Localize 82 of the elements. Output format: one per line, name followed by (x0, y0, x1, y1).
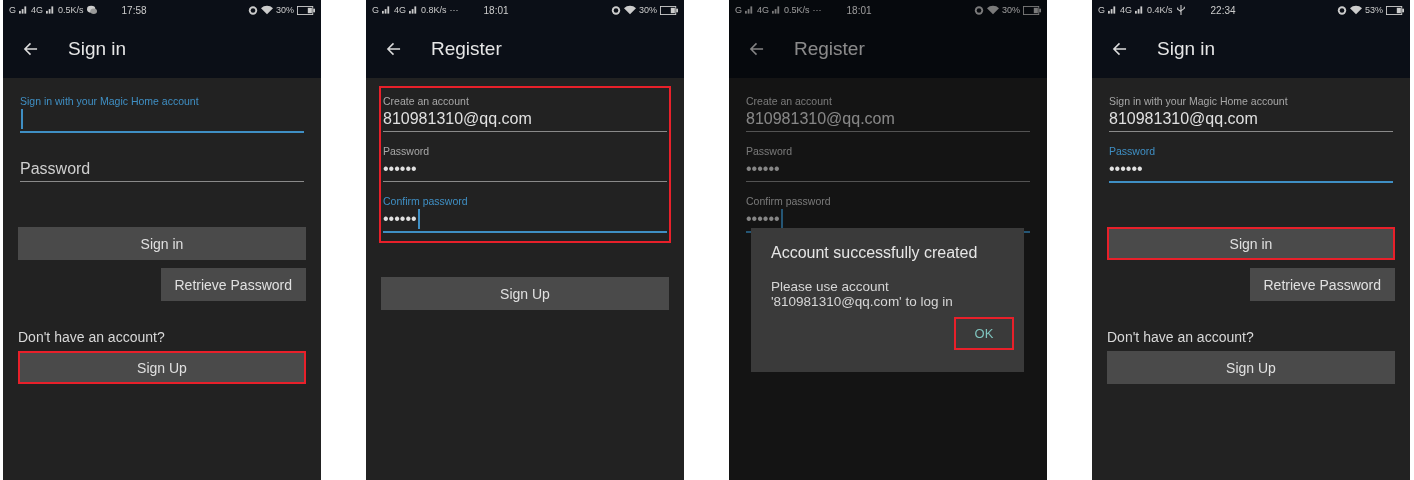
battery-percent: 30% (276, 5, 294, 15)
input-field[interactable]: 810981310@qq.com (383, 107, 667, 132)
retrieve-password-button[interactable]: Retrieve Password (1249, 268, 1395, 301)
notification-more: ··· (812, 5, 822, 15)
notification-more: ··· (449, 5, 459, 15)
screen-title: Register (794, 38, 865, 60)
signal-label: G (372, 5, 379, 15)
field-label: Sign in with your Magic Home account (20, 95, 200, 107)
field-label: Sign in with your Magic Home account (1109, 95, 1289, 107)
retrieve-password-button[interactable]: Retrieve Password (160, 268, 306, 301)
back-arrow-icon[interactable] (23, 42, 38, 56)
network-speed: 0.5K/s (58, 5, 84, 15)
battery-icon (660, 5, 678, 15)
usb-icon (1175, 5, 1186, 15)
signal-label: G (735, 5, 742, 15)
signal-icon (1135, 6, 1145, 14)
action-button[interactable]: Sign Up (1107, 351, 1395, 384)
screen-title: Sign in (68, 38, 127, 60)
wifi-icon (987, 5, 999, 15)
input-field[interactable] (20, 107, 304, 133)
screen-title: Sign in (1157, 38, 1216, 60)
battery-icon (297, 5, 315, 15)
status-time: 18:01 (483, 4, 509, 16)
field-label: Password (746, 145, 794, 157)
signal-icon (1108, 6, 1117, 14)
action-button[interactable]: Sign in (18, 227, 306, 260)
prompt-text: Don't have an account? (18, 329, 166, 345)
signal-icon (745, 6, 754, 14)
wifi-icon (261, 5, 273, 15)
alarm-icon (1337, 5, 1347, 15)
field-label: Password (383, 145, 431, 157)
signal-icon (409, 6, 419, 14)
status-time: 17:58 (121, 4, 147, 16)
dialog-message: Please use account (771, 279, 890, 294)
network-speed: 0.4K/s (1147, 5, 1173, 15)
network-speed: 0.8K/s (421, 5, 447, 15)
signal-label: G (9, 5, 16, 15)
battery-percent: 30% (639, 5, 657, 15)
alarm-icon (974, 5, 984, 15)
action-button[interactable]: Sign in (1107, 227, 1395, 260)
back-arrow-icon[interactable] (386, 42, 401, 56)
status-time: 22:34 (1210, 4, 1236, 16)
signal-icon (19, 6, 28, 14)
input-field[interactable]: •••••• (383, 157, 667, 182)
screen-title: Register (431, 38, 502, 60)
signal-icon (382, 6, 391, 14)
action-button[interactable]: Sign Up (18, 351, 306, 384)
input-field[interactable]: •••••• (383, 207, 667, 233)
input-field[interactable]: •••••• (1109, 157, 1393, 183)
signal-icon (772, 6, 782, 14)
status-time: 18:01 (846, 4, 872, 16)
input-field[interactable]: Password (20, 157, 304, 182)
wifi-icon (624, 5, 636, 15)
field-label: Confirm password (746, 195, 832, 207)
input-field[interactable]: 810981310@qq.com (746, 107, 1030, 132)
signal-icon (46, 6, 56, 14)
battery-percent: 30% (1002, 5, 1020, 15)
back-arrow-icon[interactable] (1112, 42, 1127, 56)
field-label: Create an account (383, 95, 470, 107)
input-field[interactable]: •••••• (746, 157, 1030, 182)
prompt-text: Don't have an account? (1107, 329, 1255, 345)
action-button[interactable]: Sign Up (381, 277, 669, 310)
alarm-icon (248, 5, 258, 15)
battery-icon (1023, 5, 1041, 15)
input-field[interactable]: 810981310@qq.com (1109, 107, 1393, 132)
signal-label: G (1098, 5, 1105, 15)
signal-label: 4G (1120, 5, 1133, 15)
field-label: Confirm password (383, 195, 469, 207)
wifi-icon (1350, 5, 1362, 15)
battery-percent: 53% (1365, 5, 1383, 15)
dialog-title: Account successfully created (771, 244, 979, 262)
battery-icon (1386, 5, 1404, 15)
field-label: Password (1109, 145, 1157, 157)
dialog-message: '810981310@qq.com' to log in (771, 294, 954, 309)
chat-icon (86, 5, 97, 15)
field-label: Create an account (746, 95, 833, 107)
network-speed: 0.5K/s (784, 5, 810, 15)
signal-label: 4G (394, 5, 407, 15)
ok-button[interactable]: OK (954, 317, 1014, 350)
alarm-icon (611, 5, 621, 15)
signal-label: 4G (31, 5, 44, 15)
signal-label: 4G (757, 5, 770, 15)
